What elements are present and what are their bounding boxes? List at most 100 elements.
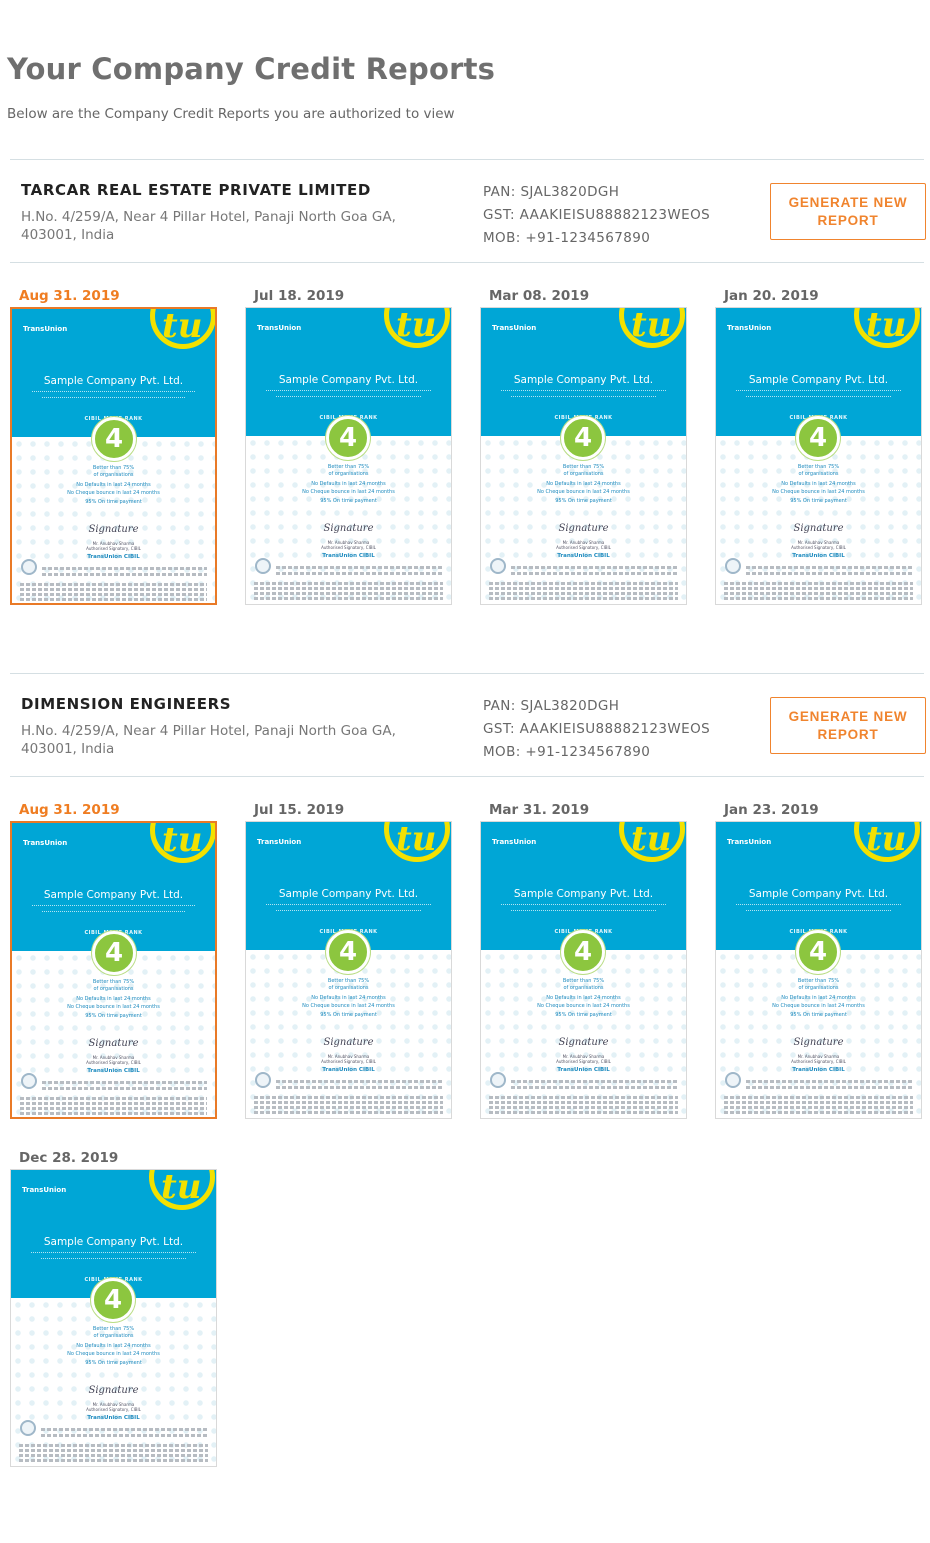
report-thumbnail[interactable]: TransUnion tu Sample Company Pvt. Ltd. C… xyxy=(10,821,217,1119)
report-address-line xyxy=(511,396,656,398)
report-date: Aug 31. 2019 xyxy=(19,288,120,304)
report-address-line xyxy=(276,910,421,912)
seal-icon xyxy=(20,1420,36,1436)
fine-print xyxy=(489,597,678,600)
fine-print xyxy=(724,1101,913,1104)
fine-print xyxy=(20,588,207,591)
fine-print xyxy=(41,1434,208,1437)
signatory-title: Authorised Signatory, CIBIL xyxy=(556,1059,611,1064)
report-company-name: Sample Company Pvt. Ltd. xyxy=(43,889,184,901)
rank-badge: 4 xyxy=(91,1278,135,1322)
fine-print xyxy=(254,582,443,585)
report-body xyxy=(716,436,921,604)
of-orgs-text: of organisations xyxy=(563,471,604,477)
fine-print xyxy=(724,1106,913,1109)
signature-icon: Signature xyxy=(558,1037,609,1048)
fine-print xyxy=(511,1080,678,1083)
report-card[interactable]: Jan 23. 2019 TransUnion tu Sample Compan… xyxy=(715,802,922,1122)
signatory-title: Authorised Signatory, CIBIL xyxy=(321,1059,376,1064)
fine-print xyxy=(254,587,443,590)
report-card[interactable]: Jul 18. 2019 TransUnion tu Sample Compan… xyxy=(245,288,452,608)
report-body xyxy=(481,436,686,604)
of-orgs-text: of organisations xyxy=(93,986,134,992)
signature-icon: Signature xyxy=(88,1038,139,1049)
report-card[interactable]: Jan 20. 2019 TransUnion tu Sample Compan… xyxy=(715,288,922,608)
report-line: 95% On time payment xyxy=(790,498,847,504)
fine-print xyxy=(20,598,207,601)
report-line: No Cheque bounce in last 24 months xyxy=(302,1003,395,1009)
report-card[interactable]: Dec 28. 2019 TransUnion tu Sample Compan… xyxy=(10,1150,217,1470)
fine-print xyxy=(19,1459,208,1462)
footer-brand: TransUnion CIBIL xyxy=(792,1067,845,1073)
signatory-title: Authorised Signatory, CIBIL xyxy=(791,545,846,550)
report-thumbnail[interactable]: TransUnion tu Sample Company Pvt. Ltd. C… xyxy=(715,821,922,1119)
report-line: 95% On time payment xyxy=(555,1012,612,1018)
report-card[interactable]: Mar 08. 2019 TransUnion tu Sample Compan… xyxy=(480,288,687,608)
seal-icon xyxy=(490,1072,506,1088)
better-than-text: Better than 75% xyxy=(562,978,605,984)
signature-icon: Signature xyxy=(88,1385,139,1396)
pan-number: PAN: SJAL3820DGH xyxy=(483,698,620,714)
mobile-number: MOB: +91-1234567890 xyxy=(483,230,651,246)
report-address-line xyxy=(511,910,656,912)
transunion-logo: TransUnion xyxy=(22,1186,67,1194)
divider xyxy=(10,159,924,160)
pan-number: PAN: SJAL3820DGH xyxy=(483,184,620,200)
tu-logo-icon: tu xyxy=(631,821,672,859)
report-thumbnail[interactable]: TransUnion tu Sample Company Pvt. Ltd. C… xyxy=(480,307,687,605)
report-line: No Cheque bounce in last 24 months xyxy=(67,1351,160,1357)
report-body xyxy=(11,1298,216,1466)
fine-print xyxy=(724,592,913,595)
tu-logo-icon: tu xyxy=(161,1169,202,1207)
seal-icon xyxy=(255,558,271,574)
fine-print xyxy=(42,567,207,570)
signatory-title: Authorised Signatory, CIBIL xyxy=(86,1060,141,1065)
better-than-text: Better than 75% xyxy=(327,978,370,984)
better-than-text: Better than 75% xyxy=(327,464,370,470)
report-line: No Cheque bounce in last 24 months xyxy=(537,1003,630,1009)
page-subtitle: Below are the Company Credit Reports you… xyxy=(7,106,455,122)
generate-new-report-button[interactable]: GENERATE NEW REPORT xyxy=(770,183,926,240)
report-card[interactable]: Jul 15. 2019 TransUnion tu Sample Compan… xyxy=(245,802,452,1122)
report-card[interactable]: Mar 31. 2019 TransUnion tu Sample Compan… xyxy=(480,802,687,1122)
report-thumbnail[interactable]: TransUnion tu Sample Company Pvt. Ltd. C… xyxy=(715,307,922,605)
report-line: No Defaults in last 24 months xyxy=(781,481,856,487)
generate-new-report-button[interactable]: GENERATE NEW REPORT xyxy=(770,697,926,754)
report-thumbnail[interactable]: TransUnion tu Sample Company Pvt. Ltd. C… xyxy=(480,821,687,1119)
report-thumbnail[interactable]: TransUnion tu Sample Company Pvt. Ltd. C… xyxy=(10,1169,217,1467)
report-card[interactable]: Aug 31. 2019 TransUnion tu Sample Compan… xyxy=(10,288,217,608)
report-company-name: Sample Company Pvt. Ltd. xyxy=(278,888,419,900)
report-date: Aug 31. 2019 xyxy=(19,802,120,818)
report-card[interactable]: Aug 31. 2019 TransUnion tu Sample Compan… xyxy=(10,802,217,1122)
of-orgs-text: of organisations xyxy=(93,472,134,478)
fine-print xyxy=(489,1096,678,1099)
fine-print xyxy=(42,1087,207,1090)
report-thumbnail[interactable]: TransUnion tu Sample Company Pvt. Ltd. C… xyxy=(245,821,452,1119)
fine-print xyxy=(42,573,207,576)
fine-print xyxy=(42,1081,207,1084)
report-line: No Cheque bounce in last 24 months xyxy=(67,490,160,496)
fine-print xyxy=(746,1086,913,1089)
page-title: Your Company Credit Reports xyxy=(7,52,496,86)
report-line: No Defaults in last 24 months xyxy=(781,995,856,1001)
transunion-logo: TransUnion xyxy=(23,325,68,333)
fine-print xyxy=(489,582,678,585)
signature-icon: Signature xyxy=(323,1037,374,1048)
tu-logo-icon: tu xyxy=(162,307,203,346)
report-line: 95% On time payment xyxy=(790,1012,847,1018)
fine-print xyxy=(746,572,913,575)
report-address-line xyxy=(42,397,185,399)
signature-icon: Signature xyxy=(793,1037,844,1048)
report-address-line xyxy=(736,390,901,392)
footer-brand: TransUnion CIBIL xyxy=(87,1415,140,1421)
report-thumbnail[interactable]: TransUnion tu Sample Company Pvt. Ltd. C… xyxy=(10,307,217,605)
divider xyxy=(10,262,924,263)
company-identifiers: PAN: SJAL3820DGH GST: AAAKIEISU88882123W… xyxy=(483,695,710,764)
of-orgs-text: of organisations xyxy=(328,471,369,477)
report-company-name: Sample Company Pvt. Ltd. xyxy=(748,374,889,386)
seal-icon xyxy=(725,1072,741,1088)
report-date: Jul 18. 2019 xyxy=(254,288,345,304)
report-thumbnail[interactable]: TransUnion tu Sample Company Pvt. Ltd. C… xyxy=(245,307,452,605)
gst-number: GST: AAAKIEISU88882123WEOS xyxy=(483,721,711,737)
fine-print xyxy=(276,1080,443,1083)
